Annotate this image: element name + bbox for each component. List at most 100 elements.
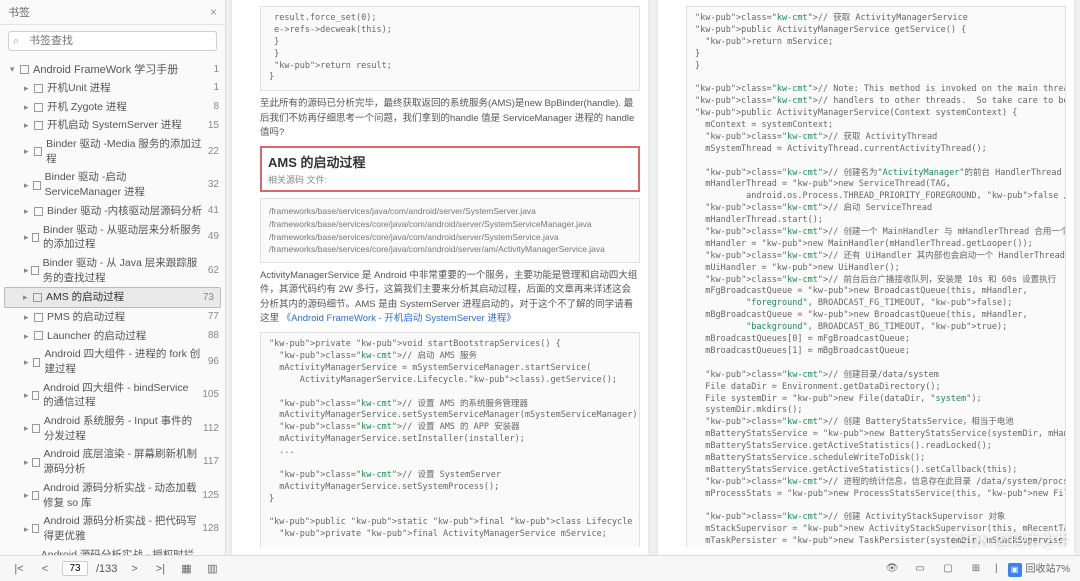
first-page-button[interactable]: |<: [10, 560, 28, 578]
bookmarks-sidebar: 书签 × ⌕ ▾Android FrameWork 学习手册1▸开机Unit 进…: [0, 0, 226, 555]
tree-item[interactable]: ▸Binder 驱动 - 从驱动层来分析服务的添加过程49: [0, 221, 225, 254]
section-heading: AMS 的启动过程: [268, 152, 632, 171]
tree-item-page: 32: [204, 178, 219, 192]
next-page-button[interactable]: >: [125, 560, 143, 578]
recycle-status: ▣回收站7%: [1008, 560, 1070, 577]
paragraph: ActivityManagerService 是 Android 中非常重要的一…: [260, 269, 640, 326]
tree-item[interactable]: ▸Android 四大组件 - bindService 的通信过程105: [0, 379, 225, 412]
close-icon[interactable]: ×: [210, 5, 217, 19]
tree-item-label: 开机 Zygote 进程: [47, 100, 127, 115]
sidebar-search: ⌕: [0, 25, 225, 57]
tree-item-label: Android 系统服务 - Input 事件的分发过程: [44, 414, 199, 443]
doc-icon: [34, 331, 43, 340]
code-block: result.force_set(0); e->refs->decweak(th…: [260, 6, 640, 91]
page-right: "kw-pub">class="kw-cmt">// 获取 ActivityMa…: [658, 0, 1074, 555]
doc-icon: [34, 121, 43, 130]
tree-item[interactable]: ▸Binder 驱动 -内核驱动层源码分析41: [0, 202, 225, 221]
code-block: "kw-pub">private "kw-pub">void startBoot…: [260, 332, 640, 547]
tree-item-label: Android 四大组件 - 进程的 fork 创建过程: [44, 347, 203, 376]
tree-item-page: 128: [198, 522, 219, 536]
paragraph: 至此所有的源码已分析完毕，最终获取返回的系统服务(AMS)是new BpBind…: [260, 97, 640, 140]
tree-item[interactable]: ▸AMS 的启动过程73: [4, 287, 221, 308]
tree-item-label: Binder 驱动 - 从驱动层来分析服务的添加过程: [43, 223, 204, 252]
doc-icon: [31, 266, 38, 275]
tree-item-label: AMS 的启动过程: [46, 290, 124, 305]
tree-item-label: Binder 驱动 -Media 服务的添加过程: [46, 137, 204, 166]
page-area: result.force_set(0); e->refs->decweak(th…: [226, 0, 1080, 555]
tree-item-page: 22: [204, 145, 219, 159]
tree-item-label: PMS 的启动过程: [47, 310, 125, 325]
view-icon-4[interactable]: ⊞: [967, 560, 985, 578]
bookmark-tree[interactable]: ▾Android FrameWork 学习手册1▸开机Unit 进程1▸开机 Z…: [0, 57, 225, 555]
tree-item-label: Launcher 的启动过程: [47, 329, 146, 344]
tree-item-page: 88: [204, 329, 219, 343]
tree-item[interactable]: ▸开机启动 SystemServer 进程15: [0, 116, 225, 135]
tree-item[interactable]: ▸Binder 驱动 - 从 Java 层来跟踪服务的查找过程62: [0, 254, 225, 287]
tree-item[interactable]: ▸Android 源码分析实战 - 授权时拦截 QQ 用户名和密码130: [0, 546, 225, 555]
tree-item-page: 77: [204, 310, 219, 324]
tree-item-label: Android 源码分析实战 - 授权时拦截 QQ 用户名和密码: [41, 548, 199, 555]
doc-icon: [34, 147, 43, 156]
doc-icon: [33, 293, 42, 302]
tree-item[interactable]: ▸开机Unit 进程1: [0, 79, 225, 98]
last-page-button[interactable]: >|: [151, 560, 169, 578]
doc-icon: [32, 458, 40, 467]
search-icon: ⌕: [13, 35, 19, 48]
tree-item-label: 开机Unit 进程: [47, 81, 111, 96]
tree-item-page: 49: [204, 230, 219, 244]
page-input[interactable]: [62, 561, 88, 576]
view-icon-1[interactable]: 👁: [883, 560, 901, 578]
tree-item[interactable]: ▸Android 源码分析实战 - 动态加载修复 so 库125: [0, 479, 225, 512]
page-left: result.force_set(0); e->refs->decweak(th…: [232, 0, 648, 555]
doc-icon: [34, 103, 43, 112]
link[interactable]: 《Android FrameWork - 开机启动 SystemServer 进…: [282, 313, 516, 324]
tree-item-page: 1: [209, 81, 219, 95]
view-icon-3[interactable]: ▢: [939, 560, 957, 578]
tree-item[interactable]: ▸Binder 驱动 -Media 服务的添加过程22: [0, 135, 225, 168]
bottom-toolbar: |< < /133 > >| ▦ ▥ 👁 ▭ ▢ ⊞ | ▣回收站7%: [0, 555, 1080, 581]
tree-item-label: 开机启动 SystemServer 进程: [47, 118, 182, 133]
tree-item[interactable]: ▸PMS 的启动过程77: [0, 308, 225, 327]
tree-root[interactable]: ▾Android FrameWork 学习手册1: [0, 59, 225, 79]
tree-item[interactable]: ▸Android 系统服务 - Input 事件的分发过程112: [0, 412, 225, 445]
tree-item-label: Android 四大组件 - bindService 的通信过程: [43, 381, 198, 410]
divider: |: [995, 563, 998, 574]
tree-item-page: 117: [199, 455, 219, 469]
tree-item-label: Android 源码分析实战 - 动态加载修复 so 库: [43, 481, 198, 510]
watermark: CSDN @码中之牛: [948, 530, 1070, 551]
tree-item[interactable]: ▸Android 四大组件 - 进程的 fork 创建过程96: [0, 345, 225, 378]
doc-icon: [32, 424, 40, 433]
tree-item-page: 41: [204, 204, 219, 218]
tree-item[interactable]: ▸Android 源码分析实战 - 把代码写得更优雅128: [0, 512, 225, 545]
sidebar-header: 书签 ×: [0, 0, 225, 25]
doc-icon: [32, 391, 39, 400]
layout-button-2[interactable]: ▥: [203, 560, 221, 578]
document-viewer: 书签 × ⌕ ▾Android FrameWork 学习手册1▸开机Unit 进…: [0, 0, 1080, 555]
tree-item[interactable]: ▸Binder 驱动 -启动 ServiceManager 进程32: [0, 168, 225, 201]
doc-icon: [32, 491, 39, 500]
sidebar-title: 书签: [8, 4, 30, 20]
tree-item-label: Binder 驱动 - 从 Java 层来跟踪服务的查找过程: [43, 256, 204, 285]
tree-item-page: 62: [204, 264, 219, 278]
tree-item-label: Binder 驱动 -内核驱动层源码分析: [47, 204, 202, 219]
doc-icon: [33, 181, 41, 190]
code-block: "kw-pub">class="kw-cmt">// 获取 ActivityMa…: [686, 6, 1066, 547]
tree-item-page: 96: [204, 355, 219, 369]
layout-button-1[interactable]: ▦: [177, 560, 195, 578]
view-icon-2[interactable]: ▭: [911, 560, 929, 578]
search-input[interactable]: [8, 31, 217, 51]
doc-icon: [34, 313, 43, 322]
page-total: /133: [96, 563, 117, 575]
tree-item[interactable]: ▸Launcher 的启动过程88: [0, 327, 225, 346]
tree-item[interactable]: ▸开机 Zygote 进程8: [0, 98, 225, 117]
doc-icon: [32, 524, 40, 533]
tree-item-page: 105: [198, 388, 219, 402]
section-heading-box: AMS 的启动过程相关源码 文件:: [260, 146, 640, 192]
tree-item-page: 73: [199, 291, 214, 305]
file-list: /frameworks/base/services/java/com/andro…: [260, 198, 640, 263]
tree-item-label: Android 源码分析实战 - 把代码写得更优雅: [43, 514, 198, 543]
doc-icon: [33, 358, 41, 367]
tree-item[interactable]: ▸Android 底层渲染 - 屏幕刷新机制源码分析117: [0, 445, 225, 478]
prev-page-button[interactable]: <: [36, 560, 54, 578]
tree-item-page: 125: [198, 489, 219, 503]
